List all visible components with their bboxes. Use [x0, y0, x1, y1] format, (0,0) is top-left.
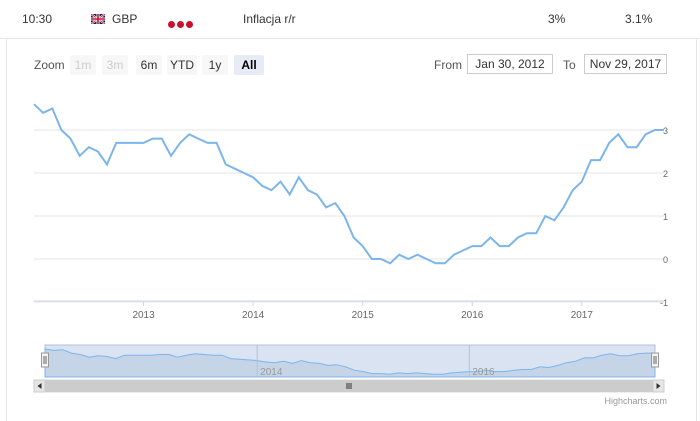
x-tick-label: 2013 [132, 310, 155, 321]
navigator-handle [41, 352, 49, 368]
highcharts-credit[interactable]: Highcharts.com [604, 396, 667, 406]
inflation-line-chart: 3210-1 2013 2014 2015 2016 2017 2014 2016 [33, 103, 668, 393]
y-axis-labels: 3210-1 [660, 126, 668, 308]
y-tick-label: 0 [663, 255, 668, 265]
scrollbar-thumb [45, 380, 655, 392]
navigator[interactable]: 2014 2016 [33, 344, 665, 393]
y-tick-label: 1 [663, 212, 668, 222]
series-line [33, 103, 664, 265]
x-tick-label: 2017 [571, 310, 594, 321]
x-tick-label: 2016 [461, 310, 484, 321]
grid-lines [34, 129, 664, 303]
navigator-label: 2014 [260, 367, 283, 378]
navigator-handle [651, 352, 659, 368]
series-points [33, 104, 665, 264]
y-tick-label: -1 [660, 298, 668, 308]
navigator-label: 2016 [472, 367, 495, 378]
y-tick-label: 2 [663, 169, 668, 179]
x-tick-label: 2015 [352, 310, 375, 321]
x-axis: 2013 2014 2015 2016 2017 [34, 300, 664, 321]
x-tick-label: 2014 [242, 310, 265, 321]
